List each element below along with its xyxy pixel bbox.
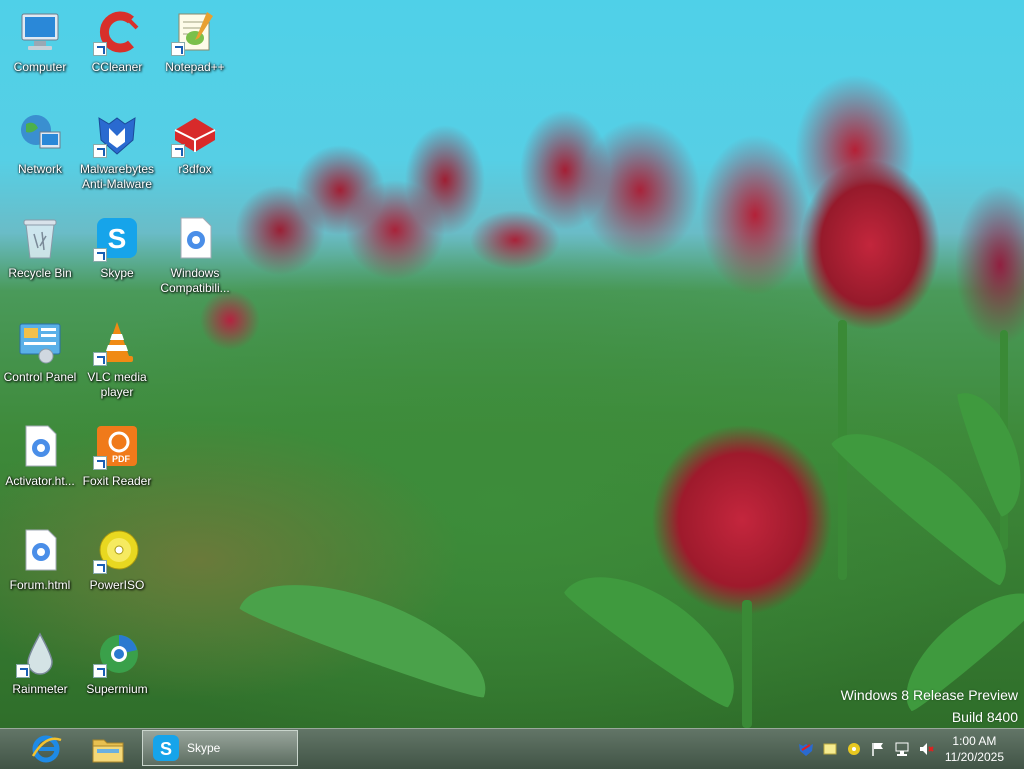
skype-icon: S xyxy=(151,733,181,763)
shortcut-arrow-icon xyxy=(93,144,107,158)
icon-label: Rainmeter xyxy=(12,682,68,696)
chrome-html-file-icon xyxy=(171,214,219,262)
shortcut-arrow-icon xyxy=(93,456,107,470)
desktop-icon-skype[interactable]: S Skype xyxy=(77,214,157,281)
action-center-flag-icon[interactable] xyxy=(870,741,886,757)
desktop-icon-rainmeter[interactable]: Rainmeter xyxy=(0,630,80,697)
shortcut-arrow-icon xyxy=(93,248,107,262)
desktop-icon-windows-compatibility[interactable]: Windows Compatibili... xyxy=(155,214,235,296)
svg-text:PDF: PDF xyxy=(112,454,131,464)
rainmeter-drop-icon xyxy=(16,630,64,678)
taskbar-skype-button[interactable]: S Skype xyxy=(142,730,298,766)
desktop-wallpaper: Computer Network Recycle Bin Control Pan… xyxy=(0,0,1024,728)
leaf xyxy=(560,548,760,712)
icon-label: Supermium xyxy=(86,682,148,696)
notes-tray-icon[interactable] xyxy=(822,741,838,757)
icon-label: CCleaner xyxy=(91,60,143,74)
chrome-html-file-icon xyxy=(16,526,64,574)
shortcut-arrow-icon xyxy=(93,560,107,574)
desktop-icon-network[interactable]: Network xyxy=(0,110,80,177)
desktop-icon-ccleaner[interactable]: CCleaner xyxy=(77,8,157,75)
vlc-cone-icon xyxy=(93,318,141,366)
shortcut-arrow-icon xyxy=(171,144,185,158)
taskbar-internet-explorer[interactable] xyxy=(16,731,76,767)
icon-label: Recycle Bin xyxy=(8,266,72,280)
shortcut-arrow-icon xyxy=(16,664,30,678)
desktop-icon-notepad-plus-plus[interactable]: Notepad++ xyxy=(155,8,235,75)
icon-label: Foxit Reader xyxy=(82,474,152,488)
svg-text:S: S xyxy=(160,739,172,759)
supermium-icon xyxy=(93,630,141,678)
clock-date: 11/20/2025 xyxy=(944,750,1004,764)
volume-muted-icon[interactable] xyxy=(918,741,934,757)
desktop-icon-foxit-reader[interactable]: PDF Foxit Reader xyxy=(77,422,157,489)
ccleaner-icon xyxy=(93,8,141,56)
icon-label: r3dfox xyxy=(178,162,212,176)
taskbar: S Skype 1:00 AM 11/20/2025 xyxy=(0,728,1024,769)
watermark-edition: Windows 8 Release Preview xyxy=(840,687,1018,703)
desktop-icon-forum-html[interactable]: Forum.html xyxy=(0,526,80,593)
network-tray-icon[interactable] xyxy=(894,741,910,757)
desktop-icon-computer[interactable]: Computer xyxy=(0,8,80,75)
recycle-bin-icon xyxy=(16,214,64,262)
shortcut-arrow-icon xyxy=(93,42,107,56)
poweriso-tray-icon[interactable] xyxy=(846,741,862,757)
icon-label: Forum.html xyxy=(9,578,71,592)
computer-icon xyxy=(16,8,64,56)
desktop-icon-control-panel[interactable]: Control Panel xyxy=(0,318,80,385)
shortcut-arrow-icon xyxy=(93,352,107,366)
chrome-html-file-icon xyxy=(16,422,64,470)
r3dfox-icon xyxy=(171,110,219,158)
icon-label: Computer xyxy=(13,60,67,74)
control-panel-icon xyxy=(16,318,64,366)
tulip-stem xyxy=(742,600,752,728)
clock-time: 1:00 AM xyxy=(952,734,997,748)
internet-explorer-icon xyxy=(31,735,62,763)
icon-label: VLC media player xyxy=(87,370,147,399)
icon-label: Malwarebytes Anti-Malware xyxy=(79,162,155,191)
desktop-icon-poweriso[interactable]: PowerISO xyxy=(77,526,157,593)
foxit-pdf-icon: PDF xyxy=(93,422,141,470)
svg-text:S: S xyxy=(108,223,127,254)
icon-label: Windows Compatibili... xyxy=(160,266,230,295)
shortcut-arrow-icon xyxy=(171,42,185,56)
desktop-icon-activator[interactable]: Activator.ht... xyxy=(0,422,80,489)
shortcut-arrow-icon xyxy=(93,664,107,678)
system-tray xyxy=(798,739,934,759)
malwarebytes-icon xyxy=(93,110,141,158)
icon-label: Control Panel xyxy=(3,370,77,384)
taskbar-file-explorer[interactable] xyxy=(78,731,138,767)
desktop-icon-vlc[interactable]: VLC media player xyxy=(77,318,157,400)
desktop-icon-r3dfox[interactable]: r3dfox xyxy=(155,110,235,177)
watermark-build: Build 8400 xyxy=(951,709,1018,725)
icon-label: Network xyxy=(17,162,62,176)
icon-label: Notepad++ xyxy=(165,60,225,74)
file-explorer-icon xyxy=(92,739,124,763)
taskbar-skype-label: Skype xyxy=(187,741,221,755)
malwarebytes-tray-icon[interactable] xyxy=(798,741,814,757)
desktop-icon-malwarebytes[interactable]: Malwarebytes Anti-Malware xyxy=(77,110,157,192)
desktop-icon-recycle-bin[interactable]: Recycle Bin xyxy=(0,214,80,281)
desktop-icon-supermium[interactable]: Supermium xyxy=(77,630,157,697)
leaf xyxy=(237,557,503,703)
icon-label: Activator.ht... xyxy=(5,474,75,488)
skype-icon: S xyxy=(93,214,141,262)
taskbar-clock[interactable]: 1:00 AM 11/20/2025 xyxy=(945,733,1004,765)
windows-build-watermark: Windows 8 Release Preview Build 8400 xyxy=(841,684,1018,728)
notepad-plus-plus-icon xyxy=(171,8,219,56)
icon-label: Skype xyxy=(100,266,134,280)
poweriso-disc-icon xyxy=(93,526,141,574)
icon-label: PowerISO xyxy=(89,578,145,592)
network-globe-icon xyxy=(16,110,64,158)
